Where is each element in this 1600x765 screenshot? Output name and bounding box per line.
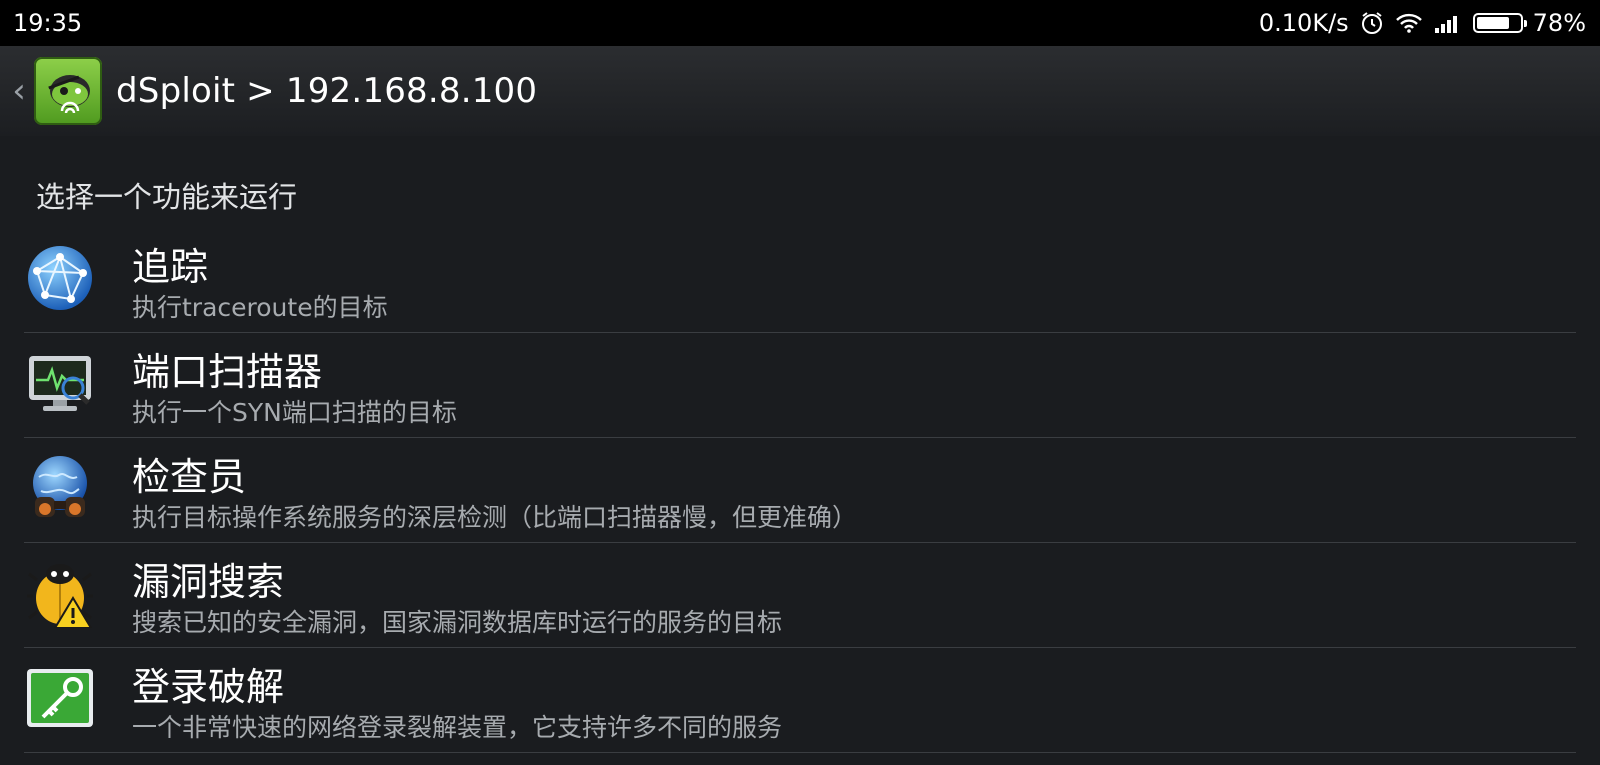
dsploit-logo[interactable] <box>34 57 102 125</box>
item-desc: 执行目标操作系统服务的深层检测（比端口扫描器慢，但更准确） <box>132 503 858 532</box>
item-desc: 一个非常快速的网络登录裂解装置，它支持许多不同的服务 <box>132 713 783 742</box>
item-title: 漏洞搜索 <box>132 560 285 604</box>
status-bar: 19:35 0.10K/s 78% <box>0 0 1600 46</box>
item-title: 追踪 <box>132 245 209 289</box>
list-item-port-scanner[interactable]: 端口扫描器 执行一个SYN端口扫描的目标 <box>24 333 1576 438</box>
status-icons: 0.10K/s 78% <box>1259 9 1586 37</box>
signal-icon <box>1433 12 1463 34</box>
battery-icon <box>1472 13 1527 33</box>
item-title: 登录破解 <box>132 665 285 709</box>
item-desc: 执行一个SYN端口扫描的目标 <box>132 398 457 427</box>
item-title: 端口扫描器 <box>132 350 323 394</box>
battery-percent: 78% <box>1532 9 1586 37</box>
page-title: dSploit > 192.168.8.100 <box>116 71 538 111</box>
list-item-vuln-search[interactable]: 漏洞搜索 搜索已知的安全漏洞，国家漏洞数据库时运行的服务的目标 <box>24 543 1576 648</box>
list-item-login-cracker[interactable]: 登录破解 一个非常快速的网络登录裂解装置，它支持许多不同的服务 <box>24 648 1576 753</box>
item-title: 检查员 <box>132 455 247 499</box>
status-time: 19:35 <box>13 9 83 37</box>
action-bar: ‹ dSploit > 192.168.8.100 <box>0 46 1600 136</box>
network-speed: 0.10K/s <box>1258 9 1349 37</box>
key-icon <box>24 662 96 734</box>
list-item-inspector[interactable]: 检查员 执行目标操作系统服务的深层检测（比端口扫描器慢，但更准确） <box>24 438 1576 543</box>
section-header: 选择一个功能来运行 <box>36 180 298 214</box>
feature-list: 追踪 执行traceroute的目标 端口扫描器 执行一个SYN端口扫描的目标 <box>24 228 1576 753</box>
bug-warning-icon <box>24 557 96 629</box>
main-content: 选择一个功能来运行 追踪 执行traceroute的目标 端口扫描器 执行一个S… <box>0 136 1600 765</box>
list-item-trace[interactable]: 追踪 执行traceroute的目标 <box>24 228 1576 333</box>
monitor-scan-icon <box>24 347 96 419</box>
item-desc: 执行traceroute的目标 <box>132 293 388 322</box>
item-desc: 搜索已知的安全漏洞，国家漏洞数据库时运行的服务的目标 <box>132 608 783 637</box>
wifi-icon <box>1395 12 1423 34</box>
chevron-left-icon[interactable]: ‹ <box>4 74 34 108</box>
android-pirate-icon <box>48 75 90 114</box>
battery-level <box>1476 17 1510 29</box>
globe-binoculars-icon <box>24 452 96 524</box>
alarm-icon <box>1359 10 1385 36</box>
network-globe-icon <box>24 242 96 314</box>
